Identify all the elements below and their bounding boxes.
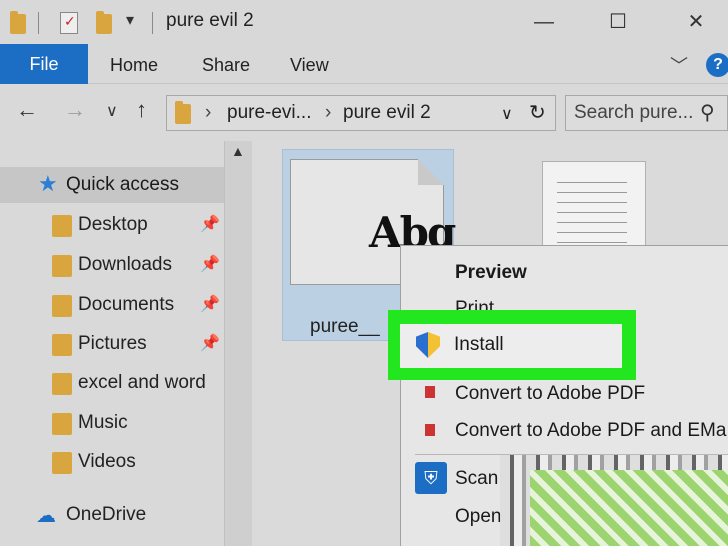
navigation-pane: ★ Quick access Desktop 📌 Downloads 📌 Doc… [0,141,252,546]
tab-file[interactable]: File [0,44,88,84]
tab-share[interactable]: Share [202,44,250,84]
ribbon: File Home Share View ﹀ ? [0,44,728,84]
folder-icon [52,373,72,395]
up-arrow-icon[interactable]: ↑ [136,97,147,123]
navigation-bar: ← → ∨ ↑ › pure-evi... › pure evil 2 ∨ ↻ … [0,85,728,141]
music-folder-icon [52,413,72,435]
sidebar-item-label: OneDrive [66,504,147,525]
shield-icon: ⛨ [415,462,447,494]
expand-ribbon-icon[interactable]: ﹀ [670,52,688,78]
address-bar[interactable]: › pure-evi... › pure evil 2 ∨ ↻ [166,95,556,131]
folder-icon [10,11,26,34]
pin-icon[interactable]: 📌 [200,214,220,234]
menu-item-scan[interactable]: Scan [455,468,498,490]
search-icon[interactable]: ⚲ [700,100,715,125]
recent-locations-icon[interactable]: ∨ [106,101,118,121]
back-arrow-icon[interactable]: ← [16,97,38,123]
text-line [557,202,627,203]
pixelated-region [530,470,728,546]
divider [38,12,39,34]
sidebar-item-label: Documents [78,294,175,315]
sidebar-item-label: Music [78,412,128,433]
minimize-button[interactable]: — [524,6,564,38]
sidebar-item-label: Downloads [78,254,172,275]
videos-folder-icon [52,452,72,474]
menu-item-convert-pdf-email[interactable]: Convert to Adobe PDF and EMa [455,420,726,442]
sidebar-item-documents[interactable]: Documents 📌 [0,287,224,323]
desktop-folder-icon [52,215,72,237]
uac-shield-icon [416,332,440,358]
title-bar: ✓ ▾ pure evil 2 — ☐ ✕ [0,0,728,44]
text-line [557,192,627,193]
sidebar-item-label: Videos [78,451,136,472]
text-line [557,212,627,213]
search-placeholder: Search pure... [574,102,694,123]
sidebar-item-pictures[interactable]: Pictures 📌 [0,326,224,362]
close-button[interactable]: ✕ [676,6,716,38]
new-folder-icon[interactable] [96,11,112,34]
chevron-right-icon: › [325,102,332,123]
tab-view[interactable]: View [290,44,329,84]
text-line [557,182,627,183]
sidebar-item-videos[interactable]: Videos [0,444,224,480]
breadcrumb-item[interactable]: pure evil 2 [343,102,431,124]
chevron-up-icon[interactable]: ▲ [231,143,245,159]
sidebar-item-desktop[interactable]: Desktop 📌 [0,207,224,243]
menu-item-label: Install [454,334,504,355]
pdf-icon [425,386,435,398]
pin-icon[interactable]: 📌 [200,294,220,314]
help-button[interactable]: ? [706,53,728,77]
pdf-email-icon [425,424,435,436]
divider [152,12,153,34]
tab-home[interactable]: Home [110,44,158,84]
pin-icon[interactable]: 📌 [200,254,220,274]
menu-item-install[interactable]: Install [400,324,622,368]
sidebar-item-label: Pictures [78,333,147,354]
star-icon: ★ [38,171,58,196]
breadcrumb-item[interactable]: pure-evi... [227,102,311,124]
sidebar-item-music[interactable]: Music [0,405,224,441]
maximize-button[interactable]: ☐ [598,6,638,38]
refresh-icon[interactable]: ↻ [529,100,546,125]
chevron-right-icon: › [205,102,212,123]
file-name[interactable]: puree__ [310,316,380,338]
menu-item-preview[interactable]: Preview [455,262,527,284]
window-title: pure evil 2 [166,10,254,31]
pictures-folder-icon [52,334,72,356]
pin-icon[interactable]: 📌 [200,333,220,353]
documents-folder-icon [52,295,72,317]
cloud-icon: ☁ [36,505,56,527]
text-line [557,222,627,223]
sidebar-item-label: Quick access [66,174,179,195]
menu-item-open[interactable]: Open [455,506,501,528]
folder-icon [175,101,191,124]
sidebar-item-onedrive[interactable]: ☁ OneDrive [0,497,224,533]
sidebar-item-excel-and-word[interactable]: excel and word [0,365,224,401]
search-input[interactable]: Search pure... ⚲ [565,95,728,131]
sidebar-item-label: excel and word [78,372,206,393]
sidebar-item-downloads[interactable]: Downloads 📌 [0,247,224,283]
text-line [557,232,627,233]
scrollbar[interactable]: ▲ [224,141,252,546]
downloads-folder-icon [52,255,72,277]
sidebar-item-label: Desktop [78,214,148,235]
text-line [557,242,627,243]
properties-icon[interactable]: ✓ [60,12,78,34]
qa-dropdown-icon[interactable]: ▾ [126,10,134,30]
forward-arrow-icon[interactable]: → [64,97,86,123]
chevron-down-icon[interactable]: ∨ [501,104,513,124]
menu-item-convert-pdf[interactable]: Convert to Adobe PDF [455,383,645,405]
sidebar-item-quick-access[interactable]: ★ Quick access [0,167,224,203]
